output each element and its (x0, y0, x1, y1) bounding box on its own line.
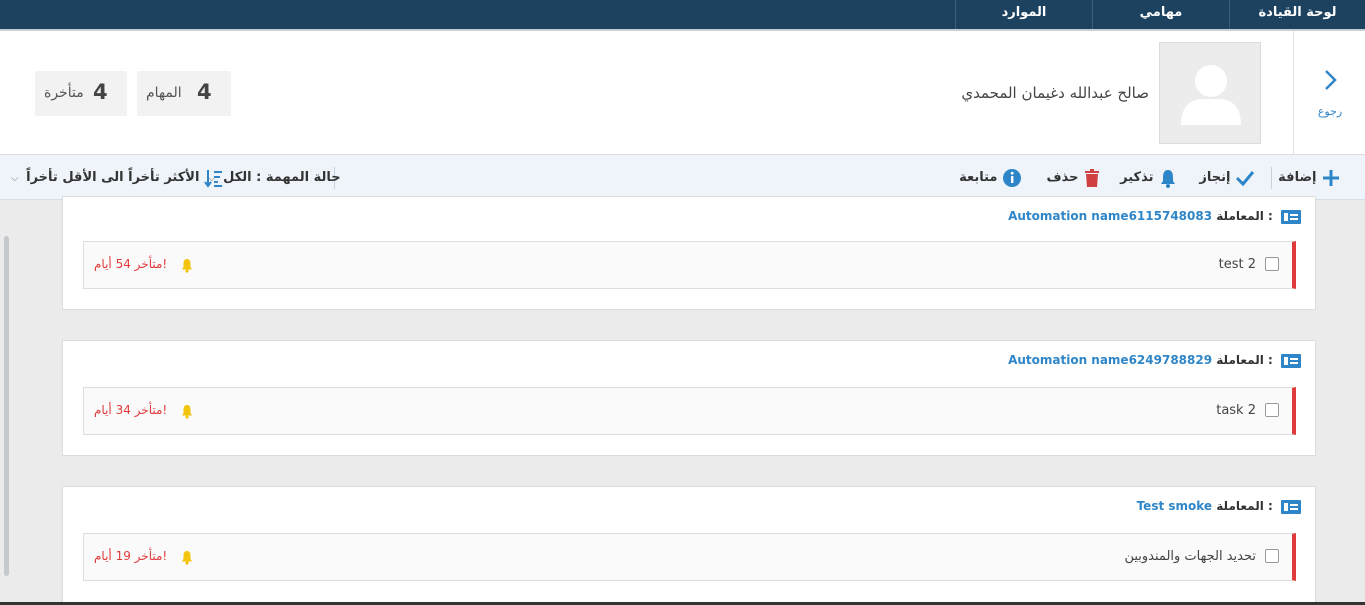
info-icon (1003, 168, 1021, 187)
follow-up-label: متابعة (959, 170, 998, 185)
sort-descending-icon (204, 169, 222, 188)
late-indicator: متأخر 34 أيام! (94, 403, 168, 417)
nav-resources[interactable]: الموارد (955, 0, 1092, 29)
check-icon (1235, 170, 1255, 186)
late-stat[interactable]: 4 متأخرة (35, 71, 127, 116)
profile-header: رجوع صالح عبدالله دغيمان المحمدي 4 المها… (0, 31, 1365, 155)
status-filter-label: حالة المهمة : الكل (223, 170, 341, 185)
transaction-card: Automation name6115748083 المعاملة : tes… (62, 196, 1316, 310)
transaction-card: Automation name6249788829 المعاملة : tas… (62, 340, 1316, 456)
late-label: متأخرة (44, 85, 84, 101)
task-name: تحديد الجهات والمندوبين (1124, 549, 1256, 564)
transaction-icon (1281, 499, 1301, 514)
transaction-header: Automation name6249788829 المعاملة : (1004, 353, 1301, 368)
late-indicator: متأخر 54 أيام! (94, 257, 168, 271)
task-toolbar: إضافة إنجاز تذكير حذف متابعة ⌵ حالة المه… (0, 155, 1365, 200)
remind-button[interactable]: تذكير (1120, 167, 1178, 189)
add-button[interactable]: إضافة (1278, 167, 1341, 189)
task-name: task 2 (1216, 403, 1256, 418)
chevron-right-icon (1325, 70, 1337, 90)
back-button[interactable]: رجوع (1293, 31, 1365, 155)
bell-icon[interactable] (180, 404, 194, 419)
status-filter-dropdown[interactable]: ⌵ حالة المهمة : الكل (205, 167, 341, 189)
vertical-scrollbar[interactable] (4, 236, 9, 576)
chevron-down-icon: ⌵ (11, 173, 19, 184)
complete-label: إنجاز (1199, 170, 1231, 185)
top-navbar: لوحة القيادة مهامي الموارد (0, 0, 1365, 31)
delete-label: حذف (1046, 170, 1079, 185)
task-checkbox[interactable] (1265, 403, 1279, 417)
transaction-link[interactable]: Automation name6249788829 (1008, 353, 1212, 367)
task-row[interactable]: test 2 متأخر 54 أيام! (83, 241, 1296, 289)
tasks-label: المهام (146, 85, 182, 101)
user-name: صالح عبدالله دغيمان المحمدي (961, 84, 1149, 102)
transaction-header: Automation name6115748083 المعاملة : (1004, 209, 1301, 224)
nav-dashboard[interactable]: لوحة القيادة (1229, 0, 1365, 29)
plus-icon (1323, 169, 1339, 186)
delete-button[interactable]: حذف (1046, 167, 1101, 189)
transaction-label: المعاملة : (1216, 353, 1273, 367)
toolbar-divider (1271, 167, 1272, 189)
transaction-link[interactable]: Automation name6115748083 (1008, 209, 1212, 223)
user-silhouette-icon (1181, 65, 1241, 125)
tasks-count: 4 (197, 80, 212, 104)
late-indicator: متأخر 19 أيام! (94, 549, 168, 563)
sort-label: الأكثر تأخراً الى الأقل تأخراً (26, 170, 200, 185)
trash-icon (1085, 168, 1099, 187)
bell-icon (1161, 169, 1175, 188)
transaction-header: Test smoke المعاملة : (1133, 499, 1301, 514)
task-name: test 2 (1218, 257, 1256, 272)
bell-icon[interactable] (180, 550, 194, 565)
transaction-icon (1281, 209, 1301, 224)
tasks-stat[interactable]: 4 المهام (137, 71, 231, 116)
complete-button[interactable]: إنجاز (1199, 167, 1255, 189)
add-label: إضافة (1278, 170, 1317, 185)
task-checkbox[interactable] (1265, 549, 1279, 563)
nav-my-tasks[interactable]: مهامي (1092, 0, 1229, 29)
back-label: رجوع (1317, 105, 1343, 118)
task-checkbox[interactable] (1265, 257, 1279, 271)
transaction-card: Test smoke المعاملة : تحديد الجهات والمن… (62, 486, 1316, 605)
avatar (1159, 42, 1261, 144)
transaction-icon (1281, 353, 1301, 368)
transaction-label: المعاملة : (1216, 499, 1273, 513)
late-count: 4 (93, 80, 108, 104)
transaction-link[interactable]: Test smoke (1137, 499, 1212, 513)
sort-dropdown[interactable]: ⌵ الأكثر تأخراً الى الأقل تأخراً (8, 167, 224, 189)
task-row[interactable]: task 2 متأخر 34 أيام! (83, 387, 1296, 435)
remind-label: تذكير (1120, 170, 1154, 185)
transaction-label: المعاملة : (1216, 209, 1273, 223)
task-row[interactable]: تحديد الجهات والمندوبين متأخر 19 أيام! (83, 533, 1296, 581)
follow-up-button[interactable]: متابعة (959, 167, 1022, 189)
bell-icon[interactable] (180, 258, 194, 273)
